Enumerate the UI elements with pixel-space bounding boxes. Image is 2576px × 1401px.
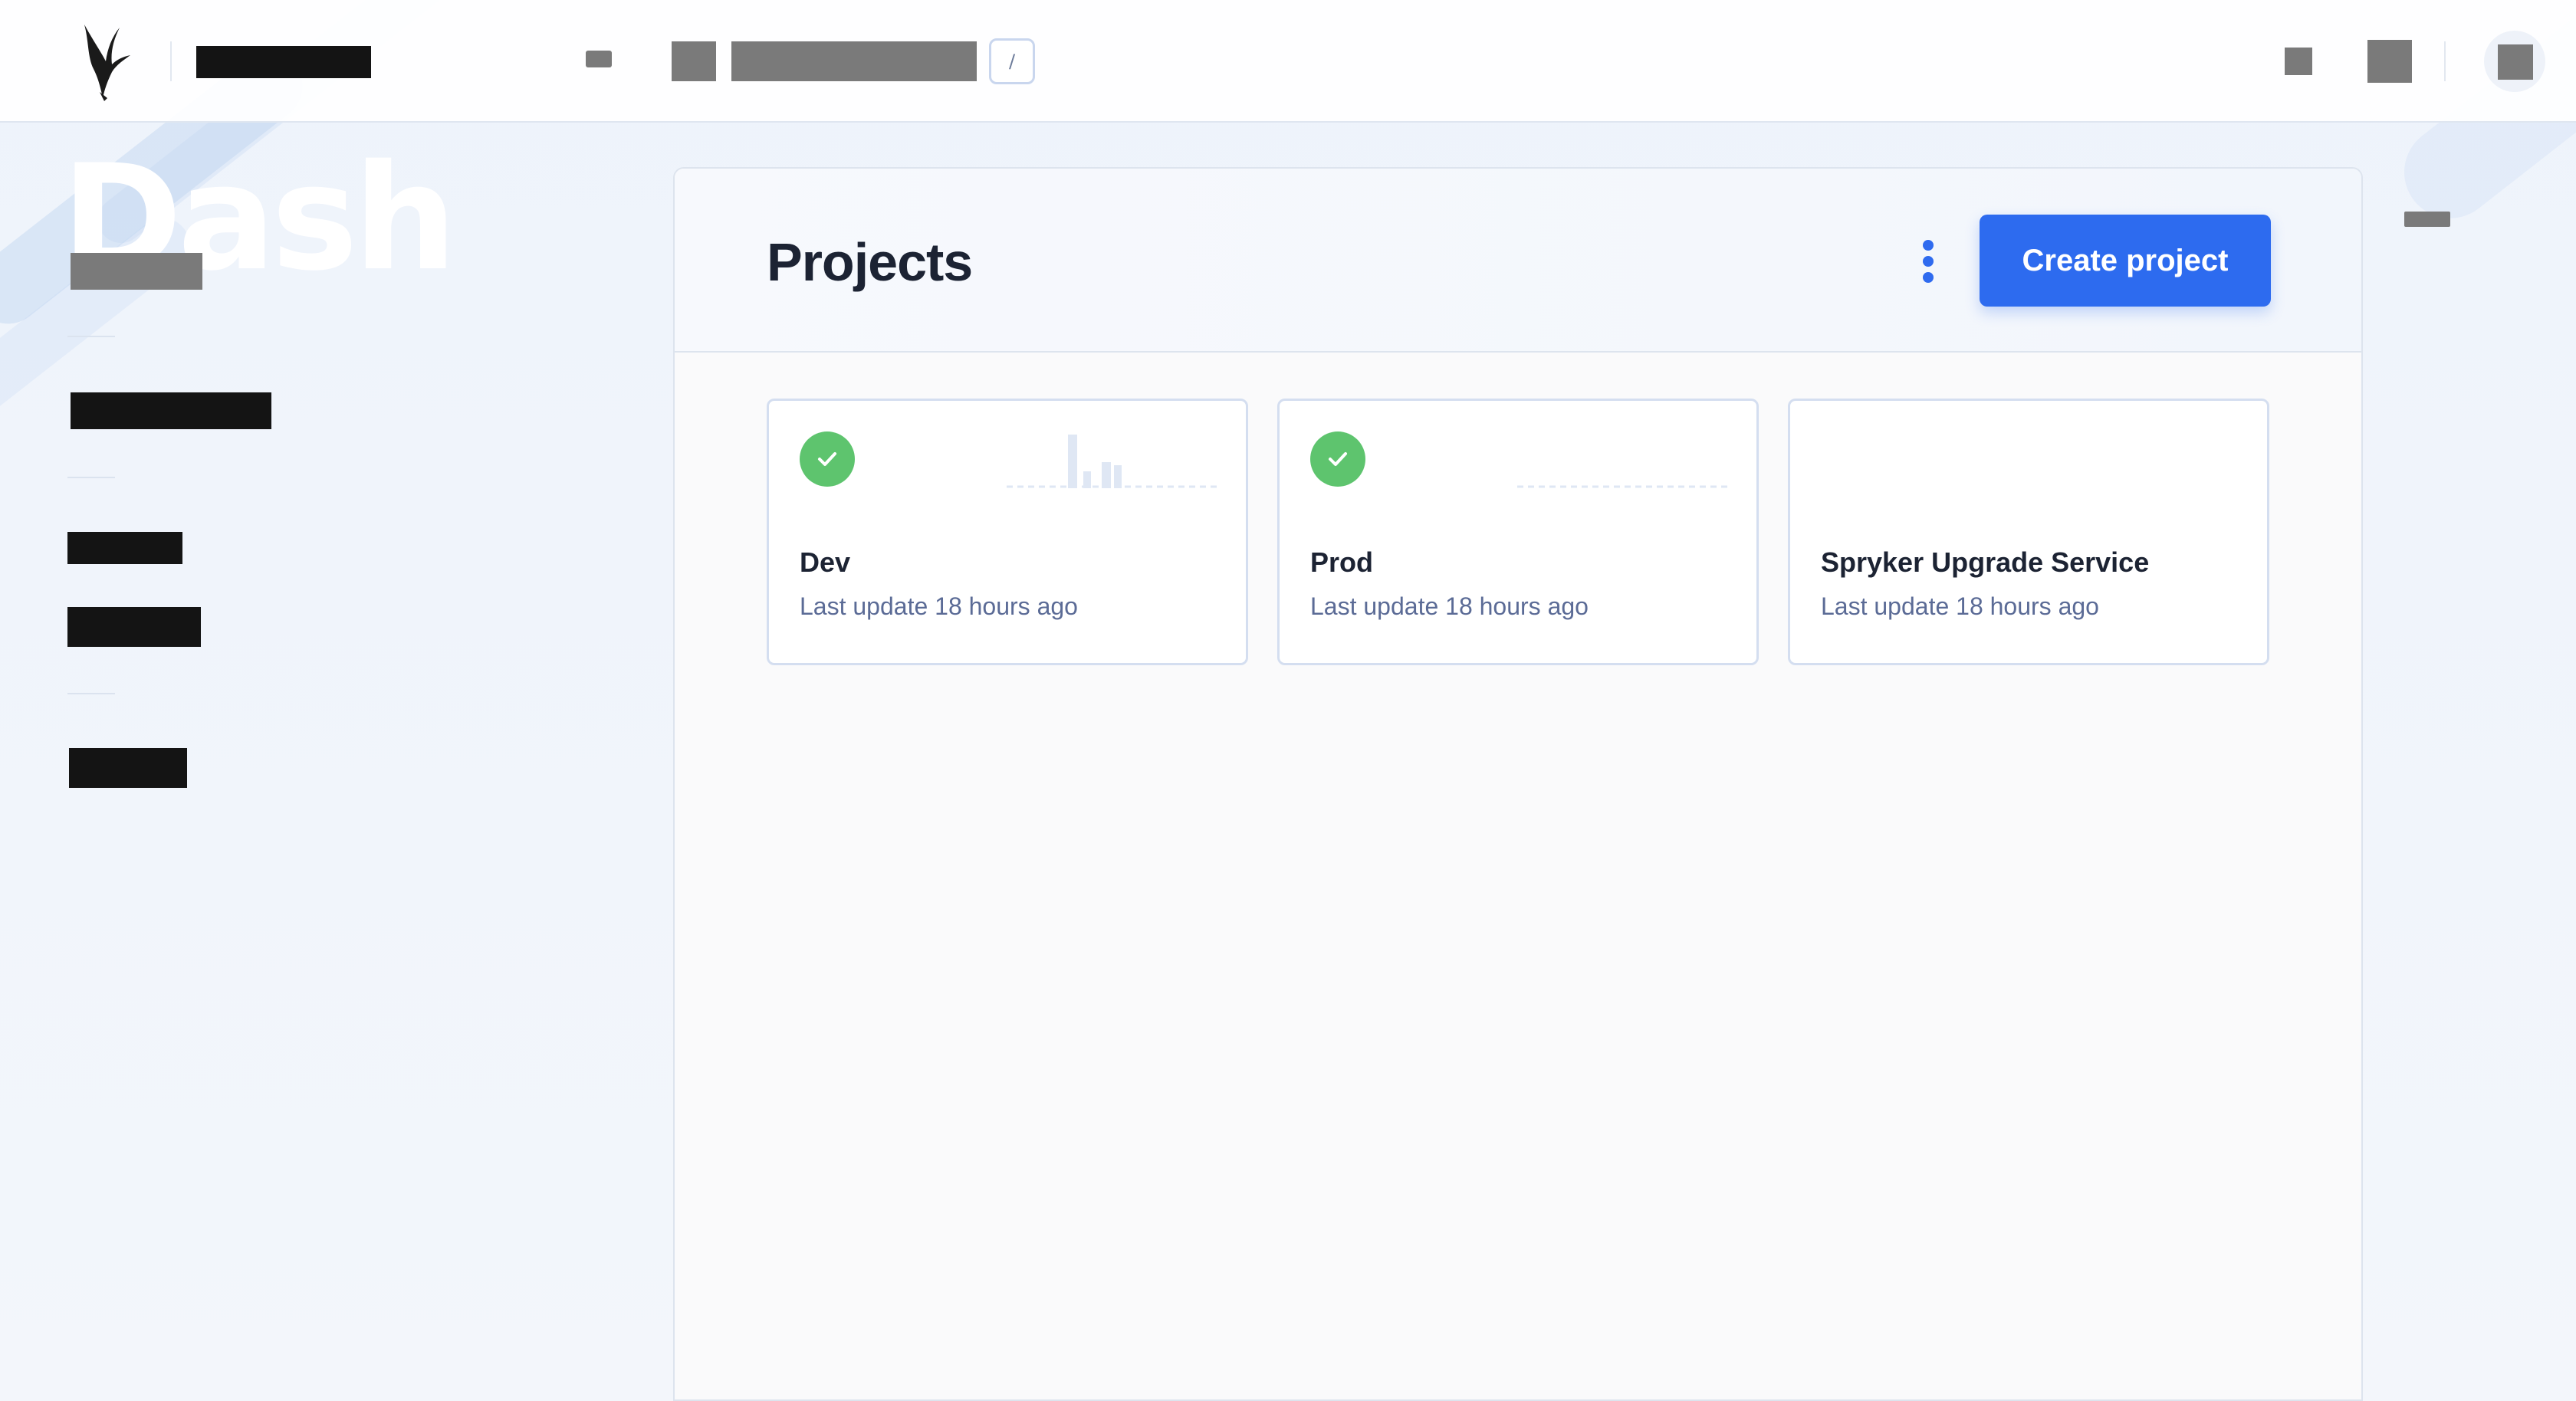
menu-icon[interactable]: [586, 51, 612, 67]
app-page: / Dash Projects Create project Dev Last …: [0, 0, 2576, 1401]
projects-panel: Projects Create project Dev Last update …: [673, 167, 2363, 1401]
sidebar-divider: [67, 693, 115, 694]
project-card-spryker-upgrade-service[interactable]: Spryker Upgrade Service Last update 18 h…: [1788, 399, 2269, 665]
avatar[interactable]: [2484, 31, 2545, 92]
project-last-update: Last update 18 hours ago: [1821, 592, 2099, 620]
activity-sparkline: [1517, 485, 1732, 488]
app-logo-icon[interactable]: [77, 21, 135, 101]
project-last-update: Last update 18 hours ago: [1310, 592, 1589, 620]
logo-divider: [170, 41, 172, 81]
sidebar-item-redacted[interactable]: [69, 748, 187, 788]
right-panel-toggle-redacted[interactable]: [2404, 212, 2450, 227]
sidebar-item-redacted[interactable]: [67, 607, 201, 647]
panel-header: Projects Create project: [675, 169, 2361, 353]
activity-sparkline: [1007, 435, 1221, 488]
sidebar-divider: [67, 336, 115, 337]
search-input[interactable]: [731, 41, 977, 81]
check-icon: [800, 431, 855, 487]
page-title: Projects: [767, 232, 973, 292]
search-shortcut-hint: /: [989, 38, 1035, 84]
create-project-button[interactable]: Create project: [1980, 215, 2271, 307]
sidebar-section-heading-redacted: [71, 253, 202, 290]
topbar-divider: [2444, 41, 2446, 81]
avatar-image: [2498, 44, 2533, 80]
more-options-icon[interactable]: [1901, 235, 1955, 288]
check-icon: [1310, 431, 1365, 487]
organization-name-redacted[interactable]: [196, 46, 371, 78]
top-bar: /: [0, 0, 2576, 123]
project-card-dev[interactable]: Dev Last update 18 hours ago: [767, 399, 1248, 665]
sidebar-item-redacted[interactable]: [67, 532, 182, 564]
project-card-prod[interactable]: Prod Last update 18 hours ago: [1277, 399, 1759, 665]
help-icon[interactable]: [2285, 48, 2312, 75]
project-last-update: Last update 18 hours ago: [800, 592, 1078, 620]
sidebar-item-redacted[interactable]: [71, 392, 271, 429]
project-name: Dev: [800, 546, 851, 578]
project-name: Spryker Upgrade Service: [1821, 546, 2150, 578]
sidebar-divider: [67, 477, 115, 478]
project-name: Prod: [1310, 546, 1374, 578]
search-icon[interactable]: [672, 41, 716, 81]
notifications-icon[interactable]: [2367, 40, 2412, 83]
